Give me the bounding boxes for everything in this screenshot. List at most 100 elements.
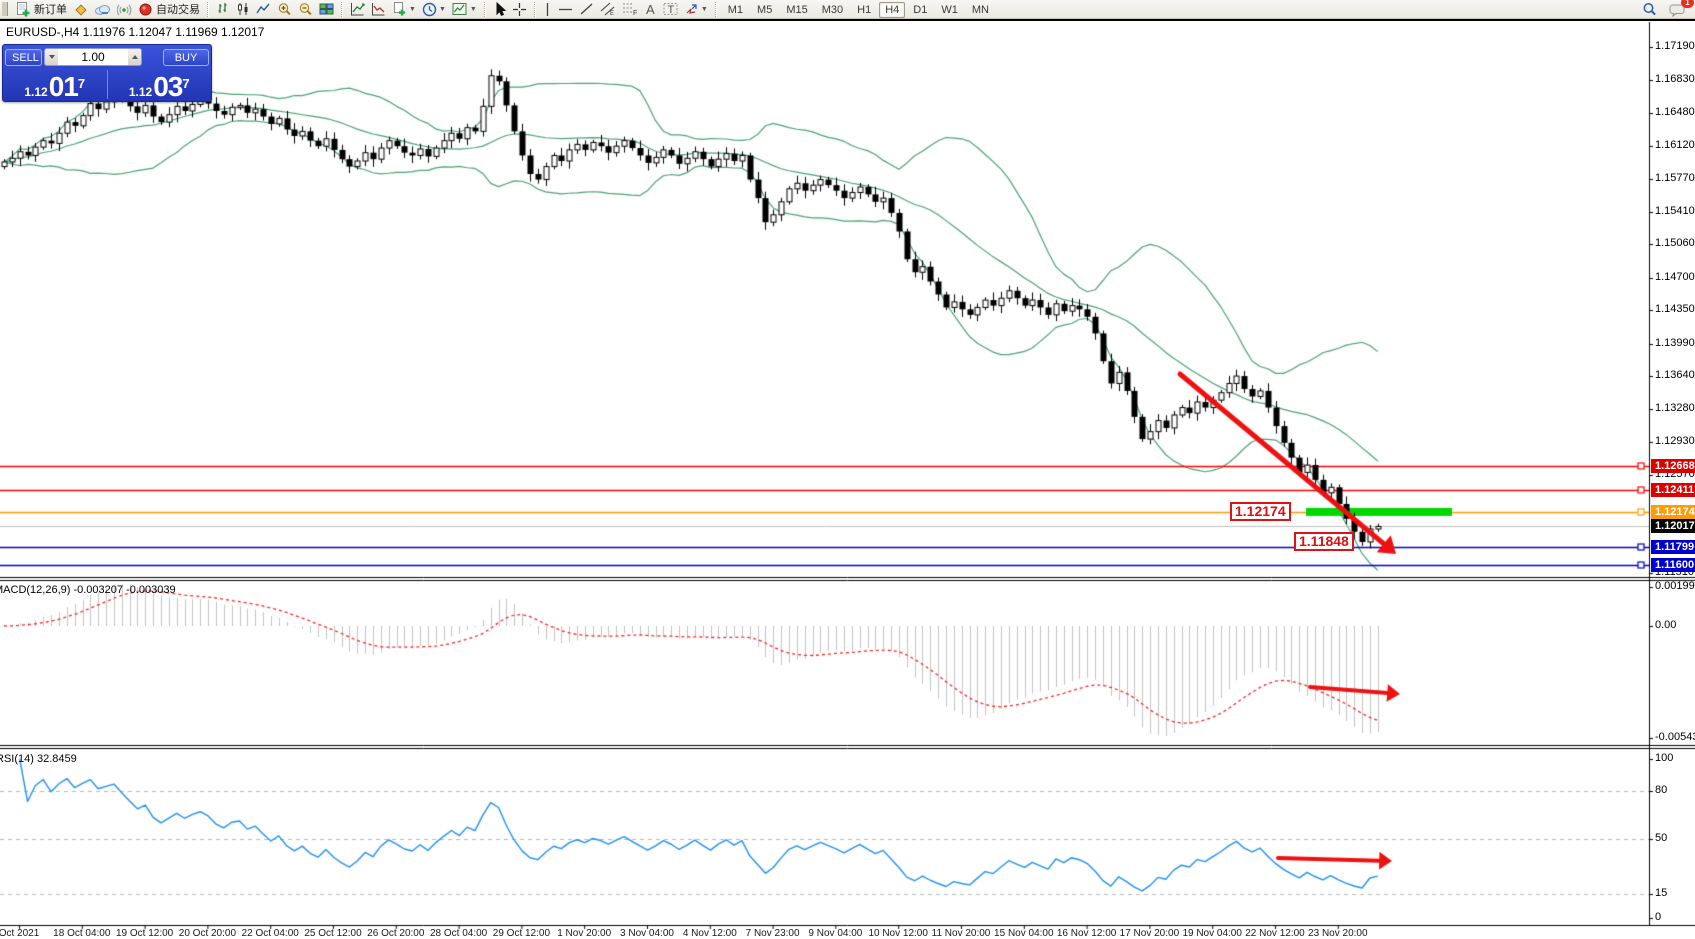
zoom-out-button[interactable] xyxy=(295,0,316,18)
tile-windows-button[interactable] xyxy=(316,0,337,18)
line-chart-button[interactable] xyxy=(253,0,274,18)
buy-price-sup: 7 xyxy=(182,79,189,89)
new-order-button[interactable]: 新订单 xyxy=(12,0,70,18)
periods-button[interactable]: ▼ xyxy=(419,0,449,18)
timeframe-w1[interactable]: W1 xyxy=(935,2,964,18)
buy-button[interactable]: BUY xyxy=(163,49,209,66)
toolbar-separator xyxy=(207,2,209,17)
vertical-line-icon xyxy=(543,2,552,17)
new-order-label: 新订单 xyxy=(34,1,67,17)
text-label-icon: T xyxy=(663,2,678,16)
svg-text:T: T xyxy=(667,4,674,16)
timeframe-m1[interactable]: M1 xyxy=(722,2,749,18)
chart-ohlc-title: EURUSD-,H4 1.11976 1.12047 1.11969 1.120… xyxy=(6,25,264,39)
signals-icon xyxy=(117,2,132,16)
dropdown-caret-icon: ▼ xyxy=(470,6,477,13)
svg-text:A: A xyxy=(646,2,655,16)
autotrade-button[interactable]: 自动交易 xyxy=(135,0,203,18)
triangle-up-icon xyxy=(132,55,138,59)
templates-button[interactable]: ▼ xyxy=(449,0,480,18)
profile-button[interactable] xyxy=(70,0,91,18)
equidistant-channel-icon: E xyxy=(600,2,616,16)
autotrade-label: 自动交易 xyxy=(156,1,200,17)
equidistant-channel-button[interactable]: E xyxy=(597,0,619,18)
arrows-button[interactable]: ▼ xyxy=(681,0,711,18)
cloud-icon xyxy=(94,2,111,16)
candlestick-chart-icon xyxy=(236,2,250,16)
text-button[interactable]: A xyxy=(641,0,660,18)
svg-text:E: E xyxy=(610,11,614,16)
fibonacci-button[interactable]: F xyxy=(619,0,641,18)
toolbar-separator xyxy=(341,2,343,17)
sell-price-prefix: 1.12 xyxy=(24,85,47,99)
toolbar-separator xyxy=(534,2,536,17)
timeframe-toolbar: M1M5M15M30H1H4D1W1MN xyxy=(721,0,996,18)
clipped-toolbar-icon xyxy=(2,2,8,16)
zoom-out-icon xyxy=(298,2,313,17)
search-icon xyxy=(1642,2,1657,17)
buy-price[interactable]: 1.12 03 7 xyxy=(108,68,212,101)
crosshair-button[interactable] xyxy=(509,0,530,18)
dropdown-caret-icon: ▼ xyxy=(439,6,446,13)
price-chart-canvas[interactable] xyxy=(0,0,1695,937)
dropdown-caret-icon: ▼ xyxy=(701,6,708,13)
tile-windows-icon xyxy=(319,2,334,16)
volume-increase-button[interactable] xyxy=(128,49,141,65)
fibonacci-icon: F xyxy=(622,2,638,16)
candlestick-chart-button[interactable] xyxy=(233,0,253,18)
timeframe-m5[interactable]: M5 xyxy=(751,2,778,18)
volume-control xyxy=(44,48,142,66)
buy-price-prefix: 1.12 xyxy=(129,85,152,99)
dropdown-caret-icon: ▼ xyxy=(409,6,416,13)
timeframe-mn[interactable]: MN xyxy=(966,2,995,18)
vertical-line-button[interactable] xyxy=(540,0,555,18)
one-click-trading-panel: SELL BUY 1.12 01 7 1.12 03 7 xyxy=(2,44,212,102)
macd-indicator-label: MACD(12,26,9) -0.003207 -0.003039 xyxy=(0,584,176,596)
notification-badge: 1 xyxy=(1681,0,1694,8)
timeframe-h4[interactable]: H4 xyxy=(879,2,905,18)
cursor-icon xyxy=(493,2,506,17)
add-object-icon xyxy=(392,2,407,16)
chart-window-top-border xyxy=(0,19,1695,21)
zoom-in-icon xyxy=(277,2,292,17)
timeframe-h1[interactable]: H1 xyxy=(851,2,877,18)
profile-icon xyxy=(73,2,88,17)
indicators-icon xyxy=(350,2,365,16)
sell-price-sup: 7 xyxy=(78,79,85,89)
sell-price[interactable]: 1.12 01 7 xyxy=(3,68,107,101)
crosshair-icon xyxy=(512,2,527,17)
indicator-window-button[interactable] xyxy=(368,0,389,18)
bar-chart-button[interactable] xyxy=(213,0,233,18)
horizontal-line-icon xyxy=(558,3,573,16)
clock-icon xyxy=(422,2,437,17)
indicator-window-icon xyxy=(371,2,386,16)
community-button[interactable] xyxy=(91,0,114,18)
triangle-down-icon xyxy=(49,55,55,59)
bar-chart-icon xyxy=(216,2,230,16)
rsi-indicator-label: RSI(14) 32.8459 xyxy=(0,753,77,765)
cursor-button[interactable] xyxy=(490,0,509,18)
arrows-icon xyxy=(684,2,699,16)
toolbar-separator xyxy=(484,2,486,17)
timeframe-m30[interactable]: M30 xyxy=(816,2,849,18)
autotrade-icon xyxy=(138,2,153,17)
sell-button[interactable]: SELL xyxy=(5,49,42,66)
timeframe-d1[interactable]: D1 xyxy=(907,2,933,18)
zoom-in-button[interactable] xyxy=(274,0,295,18)
notifications-button[interactable]: 1 xyxy=(1666,1,1689,19)
indicators-button[interactable] xyxy=(347,0,368,18)
horizontal-line-button[interactable] xyxy=(555,0,576,18)
trendline-button[interactable] xyxy=(576,0,597,18)
search-button[interactable] xyxy=(1639,1,1660,19)
new-order-icon xyxy=(15,2,31,17)
add-object-button[interactable]: ▼ xyxy=(389,0,419,18)
signals-button[interactable] xyxy=(114,0,135,18)
timeframe-m15[interactable]: M15 xyxy=(780,2,813,18)
volume-input[interactable] xyxy=(58,49,128,65)
trendline-icon xyxy=(579,2,594,16)
volume-decrease-button[interactable] xyxy=(45,49,58,65)
line-chart-icon xyxy=(256,2,271,16)
text-label-button[interactable]: T xyxy=(660,0,681,18)
sell-price-big: 01 xyxy=(49,75,78,99)
text-icon: A xyxy=(644,2,657,16)
